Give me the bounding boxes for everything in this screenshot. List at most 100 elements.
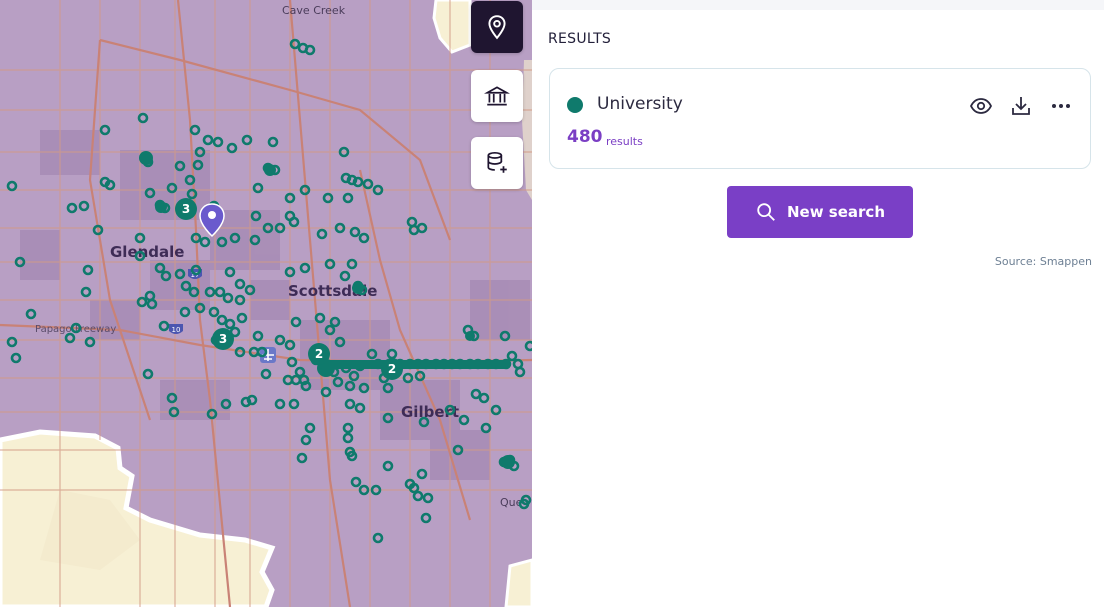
university-marker[interactable] bbox=[480, 422, 492, 434]
university-marker[interactable] bbox=[322, 192, 334, 204]
university-marker[interactable] bbox=[179, 306, 191, 318]
university-marker-group[interactable] bbox=[501, 455, 515, 469]
university-marker[interactable] bbox=[224, 266, 236, 278]
university-marker[interactable] bbox=[382, 460, 394, 472]
university-marker[interactable] bbox=[224, 318, 236, 330]
university-marker[interactable] bbox=[166, 392, 178, 404]
result-card-university[interactable]: University 480 results bbox=[549, 68, 1091, 169]
cluster-marker[interactable]: 2 bbox=[308, 343, 330, 365]
university-marker[interactable] bbox=[204, 286, 216, 298]
university-marker-group[interactable] bbox=[465, 331, 475, 341]
university-marker[interactable] bbox=[300, 434, 312, 446]
university-marker[interactable] bbox=[80, 286, 92, 298]
university-marker[interactable] bbox=[14, 256, 26, 268]
university-marker[interactable] bbox=[220, 398, 232, 410]
university-marker[interactable] bbox=[226, 142, 238, 154]
university-marker[interactable] bbox=[358, 484, 370, 496]
university-marker[interactable] bbox=[316, 228, 328, 240]
university-marker[interactable] bbox=[25, 308, 37, 320]
university-marker[interactable] bbox=[382, 412, 394, 424]
university-marker[interactable] bbox=[506, 350, 518, 362]
university-marker[interactable] bbox=[342, 192, 354, 204]
university-marker[interactable] bbox=[202, 134, 214, 146]
university-marker[interactable] bbox=[332, 376, 344, 388]
university-marker[interactable] bbox=[252, 330, 264, 342]
university-marker[interactable] bbox=[222, 292, 234, 304]
university-marker[interactable] bbox=[402, 372, 414, 384]
university-marker[interactable] bbox=[6, 336, 18, 348]
university-marker[interactable] bbox=[408, 482, 420, 494]
university-marker[interactable] bbox=[66, 202, 78, 214]
university-marker[interactable] bbox=[188, 286, 200, 298]
university-marker[interactable] bbox=[184, 174, 196, 186]
university-marker[interactable] bbox=[267, 136, 279, 148]
university-marker[interactable] bbox=[348, 370, 360, 382]
university-marker[interactable] bbox=[288, 398, 300, 410]
university-marker[interactable] bbox=[499, 330, 511, 342]
toggle-visibility-button[interactable] bbox=[968, 93, 994, 119]
university-marker[interactable] bbox=[250, 210, 262, 222]
university-marker[interactable] bbox=[284, 266, 296, 278]
university-marker[interactable] bbox=[339, 270, 351, 282]
new-search-button[interactable]: New search bbox=[727, 186, 913, 238]
university-marker[interactable] bbox=[236, 312, 248, 324]
university-marker[interactable] bbox=[358, 382, 370, 394]
university-marker[interactable] bbox=[299, 262, 311, 274]
university-marker[interactable] bbox=[372, 532, 384, 544]
cluster-marker[interactable]: 2 bbox=[381, 358, 403, 380]
university-marker-group[interactable] bbox=[139, 151, 153, 165]
university-marker[interactable] bbox=[92, 224, 104, 236]
university-marker[interactable] bbox=[174, 160, 186, 172]
university-marker[interactable] bbox=[304, 44, 316, 56]
university-marker[interactable] bbox=[84, 336, 96, 348]
university-marker[interactable] bbox=[282, 374, 294, 386]
university-marker[interactable] bbox=[234, 346, 246, 358]
university-marker[interactable] bbox=[358, 232, 370, 244]
university-marker[interactable] bbox=[154, 262, 166, 274]
university-marker[interactable] bbox=[299, 184, 311, 196]
university-marker[interactable] bbox=[354, 402, 366, 414]
university-marker[interactable] bbox=[134, 250, 146, 262]
university-marker[interactable] bbox=[64, 332, 76, 344]
university-marker[interactable] bbox=[208, 306, 220, 318]
university-marker[interactable] bbox=[458, 414, 470, 426]
university-marker[interactable] bbox=[372, 184, 384, 196]
university-marker[interactable] bbox=[216, 236, 228, 248]
university-marker-group[interactable] bbox=[352, 282, 364, 294]
university-marker[interactable] bbox=[180, 280, 192, 292]
university-marker[interactable] bbox=[160, 270, 172, 282]
university-marker[interactable] bbox=[490, 404, 502, 416]
university-marker[interactable] bbox=[216, 314, 228, 326]
university-marker[interactable] bbox=[294, 366, 306, 378]
university-marker[interactable] bbox=[229, 232, 241, 244]
university-marker[interactable] bbox=[274, 222, 286, 234]
university-marker[interactable] bbox=[234, 278, 246, 290]
university-marker[interactable] bbox=[262, 222, 274, 234]
download-button[interactable] bbox=[1008, 93, 1034, 119]
university-marker[interactable] bbox=[166, 182, 178, 194]
university-marker[interactable] bbox=[158, 320, 170, 332]
university-marker[interactable] bbox=[286, 356, 298, 368]
map-view[interactable]: Cave Creek Glendale Scottsdale Gilbert Q… bbox=[0, 0, 532, 607]
university-marker[interactable] bbox=[214, 286, 226, 298]
university-marker[interactable] bbox=[82, 264, 94, 276]
university-marker[interactable] bbox=[6, 180, 18, 192]
university-marker-group[interactable] bbox=[264, 164, 276, 176]
university-marker[interactable] bbox=[288, 216, 300, 228]
university-marker[interactable] bbox=[338, 146, 350, 158]
university-marker[interactable] bbox=[342, 422, 354, 434]
university-marker[interactable] bbox=[144, 187, 156, 199]
university-marker[interactable] bbox=[346, 258, 358, 270]
university-marker[interactable] bbox=[370, 484, 382, 496]
university-marker[interactable] bbox=[386, 348, 398, 360]
university-marker[interactable] bbox=[342, 432, 354, 444]
university-marker[interactable] bbox=[260, 368, 272, 380]
university-marker[interactable] bbox=[350, 476, 362, 488]
university-marker[interactable] bbox=[212, 136, 224, 148]
university-marker[interactable] bbox=[186, 188, 198, 200]
university-marker[interactable] bbox=[324, 258, 336, 270]
university-marker[interactable] bbox=[10, 352, 22, 364]
university-marker-group[interactable] bbox=[155, 201, 167, 213]
university-marker[interactable] bbox=[514, 366, 526, 378]
university-marker[interactable] bbox=[290, 316, 302, 328]
